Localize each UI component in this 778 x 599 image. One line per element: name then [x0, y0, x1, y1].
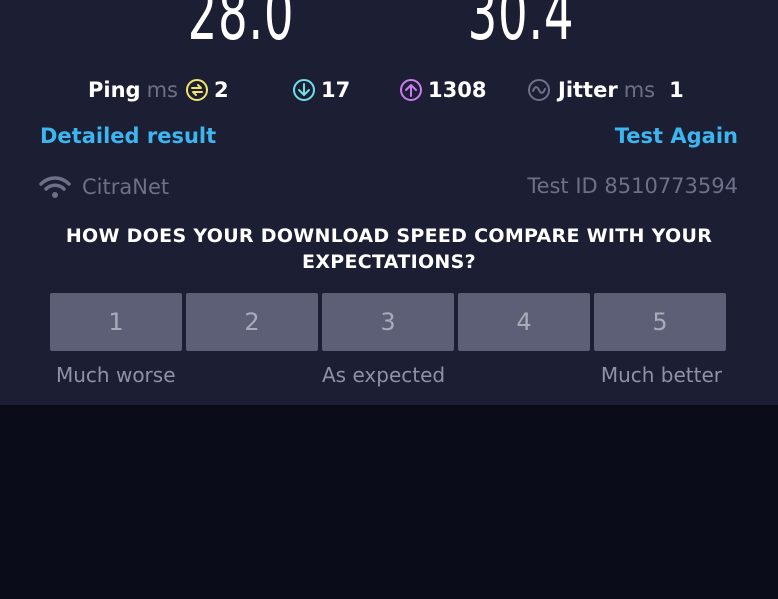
ping-icon [185, 79, 208, 101]
detailed-result-link[interactable]: Detailed result [40, 124, 216, 148]
upload-latency-stat: 1308 [400, 78, 486, 102]
rating-button-4[interactable]: 4 [458, 293, 590, 351]
upload-speed-value: 30.4 [467, 0, 575, 56]
upload-arrow-icon [400, 79, 422, 101]
scale-label-low: Much worse [56, 363, 176, 387]
jitter-value: 1 [669, 78, 684, 102]
test-again-link[interactable]: Test Again [615, 124, 738, 148]
rating-button-1[interactable]: 1 [50, 293, 182, 351]
rating-button-5[interactable]: 5 [594, 293, 726, 351]
survey-question: HOW DOES YOUR DOWNLOAD SPEED COMPARE WIT… [65, 225, 713, 273]
jitter-label: Jitter [558, 78, 618, 102]
ping-value: 2 [213, 78, 229, 102]
download-speed-value: 28.0 [187, 0, 295, 56]
empty-background-area [0, 405, 778, 599]
ping-label: Ping [88, 78, 141, 102]
results-panel: 28.0 30.4 Ping ms 2 17 1308 Jitter ms 1 … [0, 0, 778, 405]
ping-stat: Ping ms 2 [88, 78, 229, 102]
wifi-icon [38, 174, 72, 200]
jitter-unit: ms [623, 78, 656, 102]
download-latency-stat: 17 [293, 78, 350, 102]
rating-button-2[interactable]: 2 [186, 293, 318, 351]
rating-options: 1 2 3 4 5 [50, 293, 726, 351]
upload-latency-value: 1308 [428, 78, 487, 102]
download-latency-value: 17 [321, 78, 351, 102]
jitter-wave-icon [528, 79, 550, 101]
latency-stats: Ping ms 2 17 1308 Jitter ms 1 [0, 74, 778, 108]
scale-label-high: Much better [600, 363, 722, 387]
provider-name: CitraNet [82, 175, 170, 199]
scale-label-mid: As expected [322, 363, 446, 387]
provider-info: CitraNet [38, 174, 169, 200]
test-id: Test ID 8510773594 [527, 174, 738, 198]
ping-unit: ms [146, 78, 178, 102]
jitter-stat: Jitter ms 1 [528, 78, 684, 102]
rating-button-3[interactable]: 3 [322, 293, 454, 351]
download-arrow-icon [293, 79, 315, 101]
